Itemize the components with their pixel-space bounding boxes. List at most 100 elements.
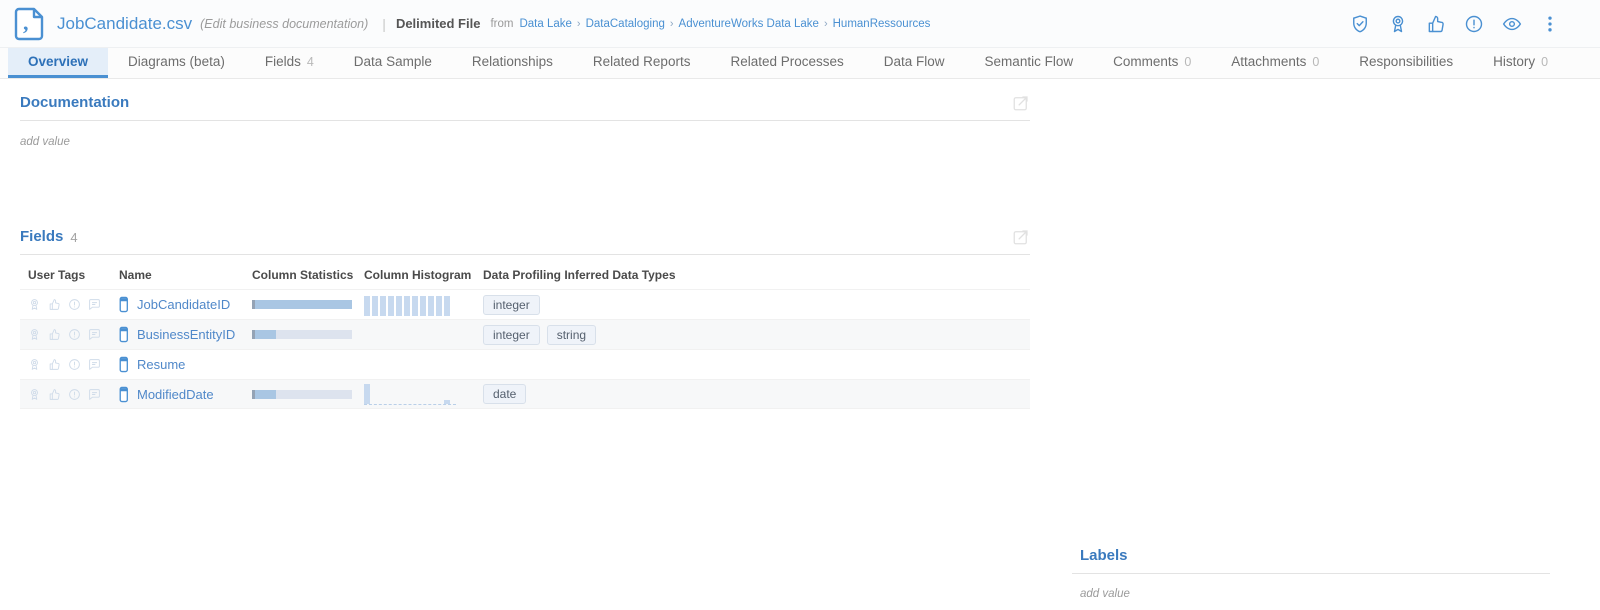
inferred-types-cell: integer	[483, 295, 1030, 315]
tab-label: History	[1493, 54, 1535, 69]
tab-related-reports[interactable]: Related Reports	[573, 48, 711, 78]
labels-add-value[interactable]: add value	[1072, 588, 1550, 600]
tab-label: Data Sample	[354, 54, 432, 69]
data-type-badge: string	[547, 325, 596, 345]
tab-data-flow[interactable]: Data Flow	[864, 48, 965, 78]
tab-count: 0	[1312, 55, 1319, 69]
column-histogram-cell	[364, 294, 483, 316]
column-histogram	[364, 383, 456, 405]
field-name-cell: Resume	[119, 356, 252, 373]
tab-attachments[interactable]: Attachments 0	[1211, 48, 1339, 78]
column-icon	[119, 356, 129, 373]
thumbs-up-icon[interactable]	[48, 388, 61, 401]
thumbs-up-icon[interactable]	[48, 328, 61, 341]
column-icon	[119, 296, 129, 313]
thumbs-up-icon[interactable]	[1426, 14, 1446, 34]
fields-column-header: Column Statistics	[252, 268, 364, 282]
column-statistics-cell	[252, 300, 364, 309]
certification-icon[interactable]	[28, 358, 41, 371]
field-name-link[interactable]: JobCandidateID	[137, 297, 230, 312]
breadcrumb-link[interactable]: DataCataloging	[586, 18, 665, 30]
column-statistics-bar	[252, 330, 352, 339]
tab-overview[interactable]: Overview	[8, 48, 108, 78]
tab-semantic-flow[interactable]: Semantic Flow	[965, 48, 1094, 78]
certification-icon[interactable]	[28, 388, 41, 401]
certification-icon[interactable]	[28, 328, 41, 341]
field-row: Resume	[20, 349, 1030, 379]
certification-icon[interactable]	[1388, 14, 1408, 34]
certification-icon[interactable]	[28, 298, 41, 311]
comment-icon[interactable]	[88, 298, 101, 311]
labels-section: Labels add value	[1072, 547, 1550, 600]
field-name-link[interactable]: ModifiedDate	[137, 387, 214, 402]
documentation-add-value[interactable]: add value	[20, 136, 1030, 148]
column-icon	[119, 386, 129, 403]
alert-icon[interactable]	[68, 358, 81, 371]
fields-column-header: Data Profiling Inferred Data Types	[483, 268, 1030, 282]
field-name-link[interactable]: BusinessEntityID	[137, 327, 235, 342]
field-name-cell: JobCandidateID	[119, 296, 252, 313]
fields-table: User TagsNameColumn StatisticsColumn His…	[20, 261, 1030, 409]
shield-icon[interactable]	[1350, 14, 1370, 34]
field-row: ModifiedDatedate	[20, 379, 1030, 409]
comment-icon[interactable]	[88, 358, 101, 371]
fields-column-header: Column Histogram	[364, 268, 483, 282]
tab-diagrams-beta[interactable]: Diagrams (beta)	[108, 48, 245, 78]
breadcrumb-link[interactable]: HumanRessources	[833, 18, 931, 30]
svg-text:,: ,	[23, 10, 29, 35]
breadcrumb-separator-icon: ›	[577, 18, 581, 30]
tab-relationships[interactable]: Relationships	[452, 48, 573, 78]
header-actions	[1350, 14, 1586, 34]
tab-label: Relationships	[472, 54, 553, 69]
expand-icon[interactable]	[1012, 228, 1030, 246]
watch-icon[interactable]	[1502, 14, 1522, 34]
user-tags-cell	[28, 358, 119, 371]
tab-label: Attachments	[1231, 54, 1306, 69]
header-separator: |	[382, 16, 386, 32]
user-tags-cell	[28, 388, 119, 401]
tab-history[interactable]: History0	[1473, 48, 1568, 78]
tab-label: Related Processes	[730, 54, 843, 69]
column-statistics-cell	[252, 330, 364, 339]
documentation-section: Documentation add value	[20, 94, 1030, 148]
field-name-cell: BusinessEntityID	[119, 326, 252, 343]
comment-icon[interactable]	[88, 388, 101, 401]
comment-icon[interactable]	[88, 328, 101, 341]
alert-icon[interactable]	[68, 298, 81, 311]
column-histogram	[364, 294, 456, 316]
tab-responsibilities[interactable]: Responsibilities	[1339, 48, 1473, 78]
expand-icon[interactable]	[1012, 94, 1030, 112]
documentation-title: Documentation	[20, 94, 129, 111]
data-type-badge: integer	[483, 325, 540, 345]
column-icon	[119, 326, 129, 343]
thumbs-up-icon[interactable]	[48, 298, 61, 311]
tab-comments[interactable]: Comments 0	[1093, 48, 1211, 78]
page-title: JobCandidate.csv	[57, 14, 192, 34]
more-icon[interactable]	[1540, 14, 1560, 34]
breadcrumb-link[interactable]: Data Lake	[519, 18, 571, 30]
alert-icon[interactable]	[68, 388, 81, 401]
tab-label: Data Flow	[884, 54, 945, 69]
alert-icon[interactable]	[1464, 14, 1484, 34]
tab-label: Comments	[1113, 54, 1178, 69]
alert-icon[interactable]	[68, 328, 81, 341]
tab-data-sample[interactable]: Data Sample	[334, 48, 452, 78]
edit-business-documentation-link[interactable]: (Edit business documentation)	[200, 17, 368, 31]
fields-title: Fields	[20, 228, 63, 245]
labels-title: Labels	[1080, 547, 1128, 564]
tab-related-processes[interactable]: Related Processes	[710, 48, 863, 78]
tab-label: Fields	[265, 54, 301, 69]
breadcrumb-link[interactable]: AdventureWorks Data Lake	[679, 18, 819, 30]
thumbs-up-icon[interactable]	[48, 358, 61, 371]
delimited-file-icon: ,	[14, 7, 44, 41]
field-name-link[interactable]: Resume	[137, 357, 185, 372]
user-tags-cell	[28, 328, 119, 341]
tab-count: 0	[1184, 55, 1191, 69]
tab-bar: Overview Diagrams (beta)Fields4 Data Sampl…	[0, 48, 1600, 79]
user-tags-cell	[28, 298, 119, 311]
tab-fields[interactable]: Fields4	[245, 48, 334, 78]
data-type-badge: integer	[483, 295, 540, 315]
fields-table-header: User TagsNameColumn StatisticsColumn His…	[20, 261, 1030, 289]
tab-label: Overview	[28, 54, 88, 69]
breadcrumb-separator-icon: ›	[824, 18, 828, 30]
